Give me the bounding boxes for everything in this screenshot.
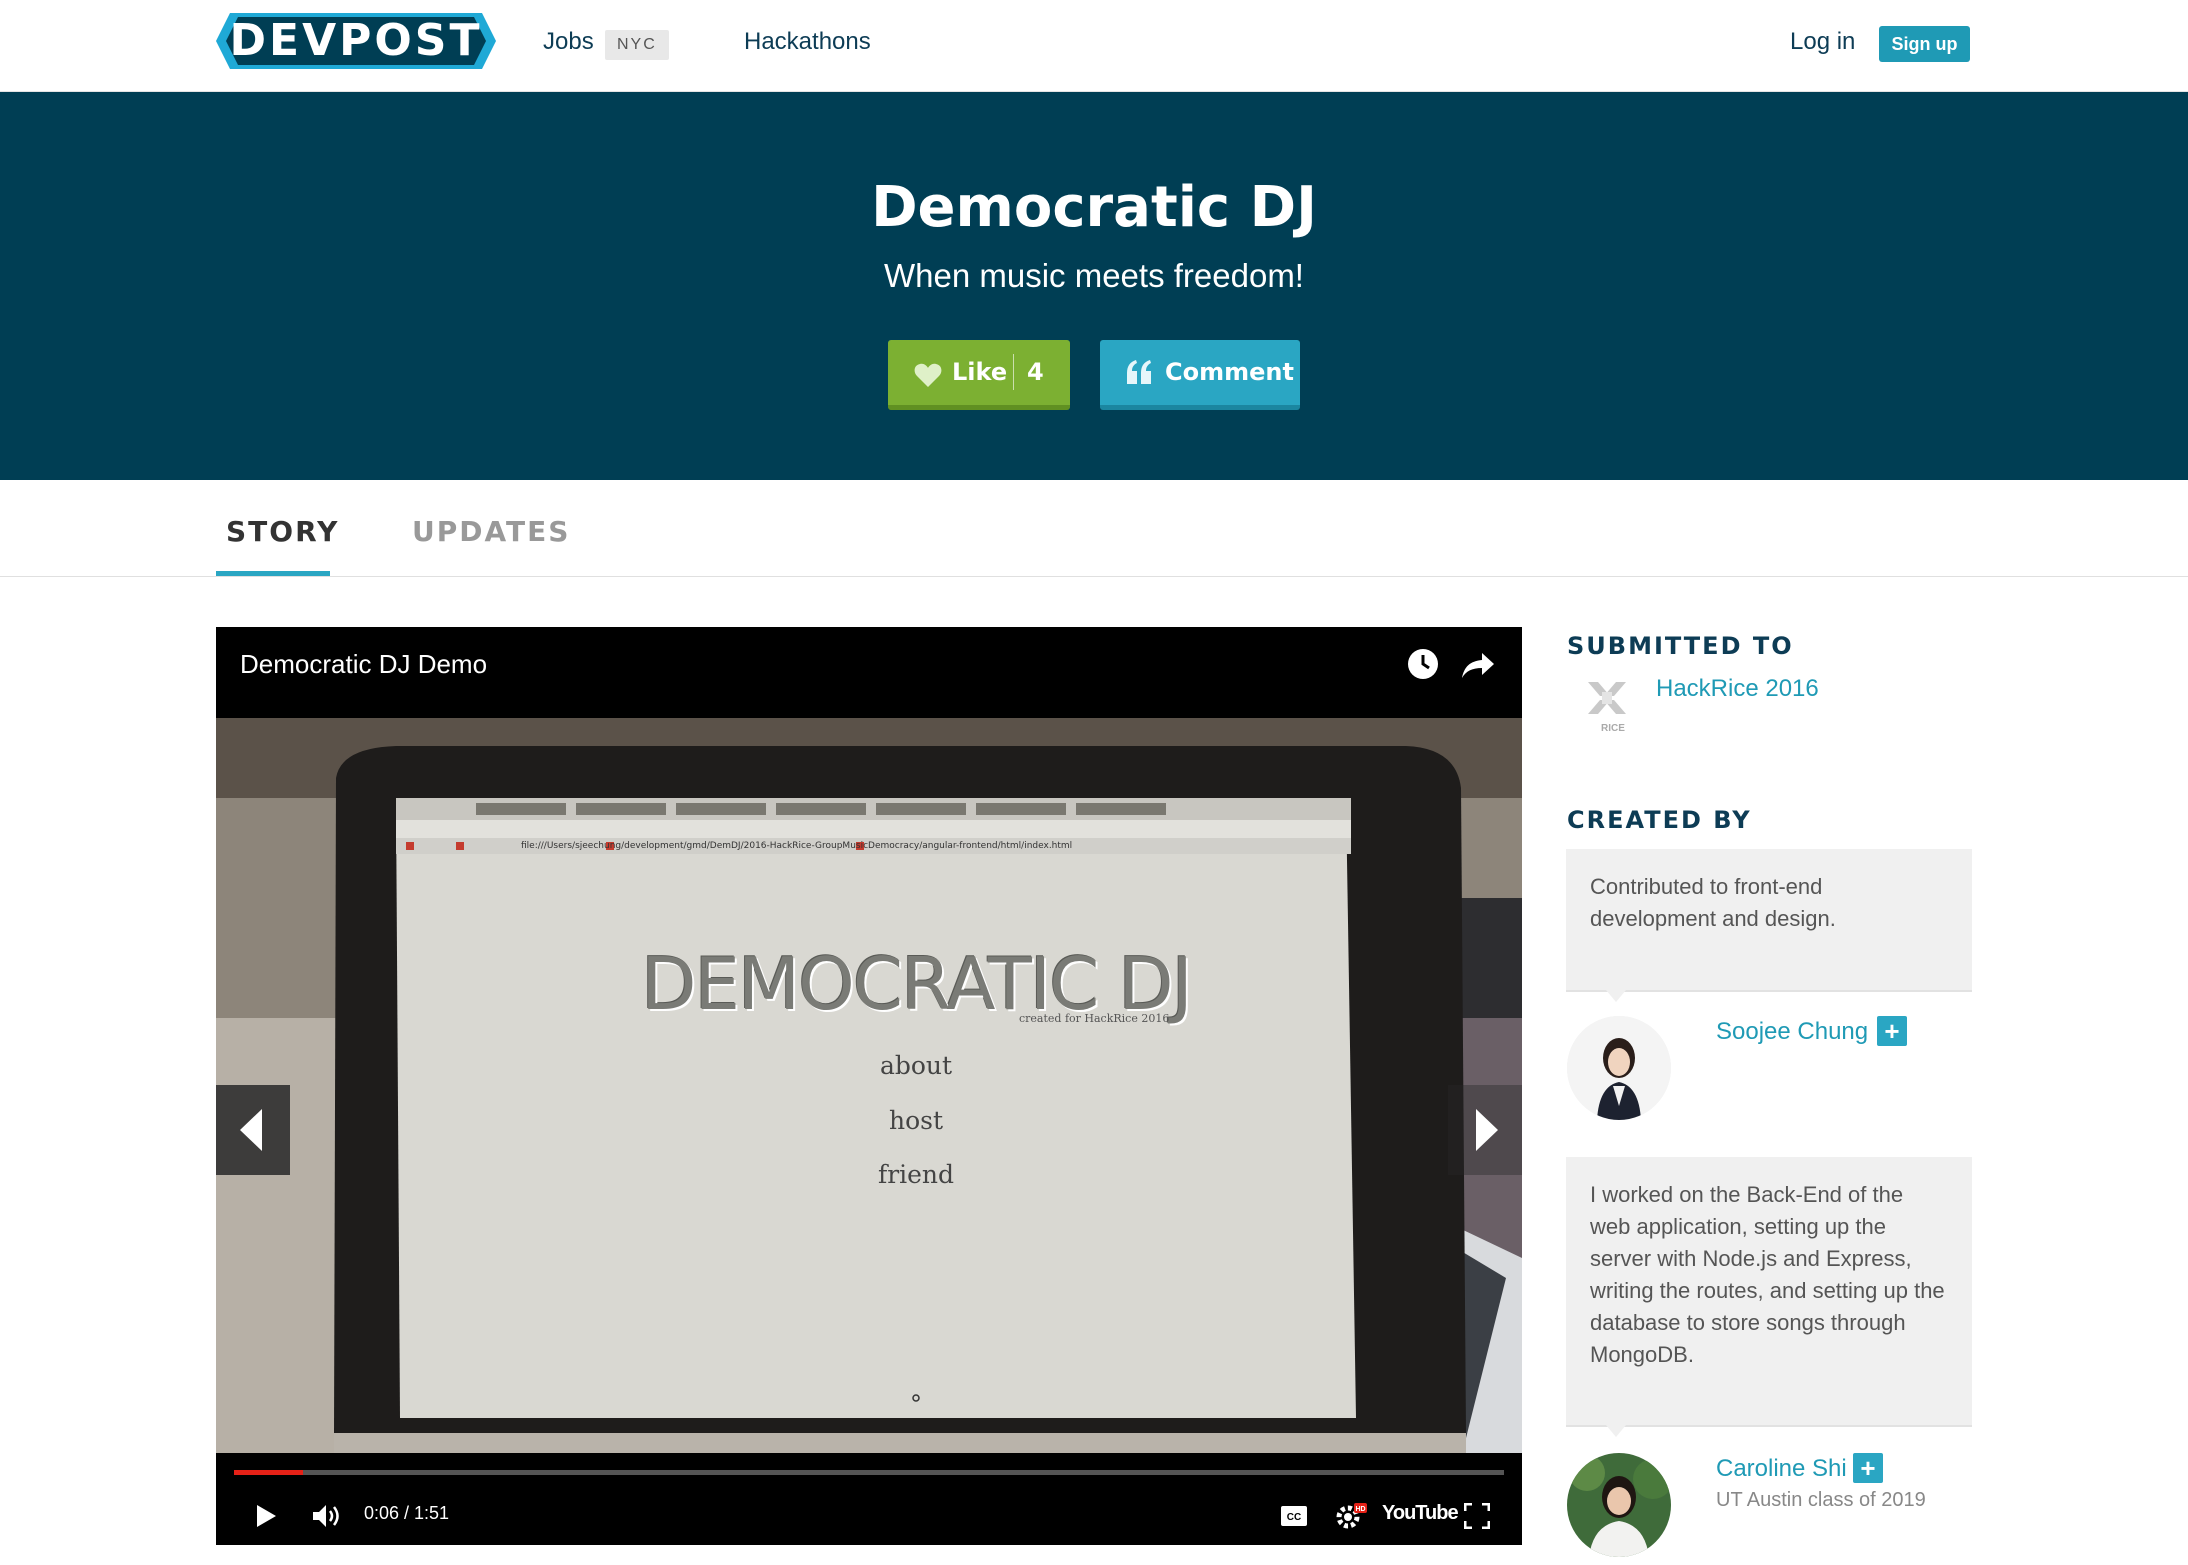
like-count: 4 (1027, 358, 1044, 386)
play-icon[interactable] (254, 1503, 278, 1529)
hackrice-logo-text: RICE (1601, 723, 1625, 734)
video-time: 0:06 / 1:51 (364, 1503, 450, 1523)
project-tagline: When music meets freedom! (884, 257, 1304, 294)
next-slide-button[interactable] (1448, 1085, 1522, 1175)
top-nav: DEVPOST Jobs NYC Hackathons Log in Sign … (0, 0, 2188, 92)
captions-icon[interactable]: CC (1280, 1505, 1308, 1527)
video-title[interactable]: Democratic DJ Demo (240, 649, 487, 680)
progress-bar[interactable] (234, 1470, 1504, 1475)
submitted-to-heading: SUBMITTED TO (1567, 632, 1794, 660)
chevron-right-icon (1476, 1109, 1498, 1151)
comment-label: Comment (1165, 358, 1294, 386)
svg-text:HD: HD (1355, 1506, 1365, 1513)
avatar-image (1567, 1016, 1671, 1120)
login-link[interactable]: Log in (1790, 28, 1855, 56)
screen-menu-host: host (888, 1106, 944, 1135)
member-name[interactable]: Soojee Chung (1716, 1018, 1868, 1046)
devpost-logo[interactable]: DEVPOST (216, 13, 496, 69)
project-tabs: STORY UPDATES (0, 480, 2188, 577)
follow-plus-button[interactable]: + (1853, 1453, 1883, 1483)
like-divider (1013, 354, 1014, 390)
created-by-heading: CREATED BY (1567, 806, 1752, 834)
tab-updates[interactable]: UPDATES (412, 515, 570, 548)
signup-button[interactable]: Sign up (1879, 26, 1970, 62)
like-button[interactable]: Like 4 (888, 340, 1070, 410)
member-name[interactable]: Caroline Shi (1716, 1455, 1847, 1483)
hackathon-link[interactable]: HackRice 2016 (1656, 675, 1819, 703)
project-title: Democratic DJ (871, 175, 1317, 240)
fullscreen-icon[interactable] (1464, 1503, 1490, 1529)
youtube-logo[interactable]: YouTube (1382, 1502, 1459, 1525)
member-contribution: Contributed to front-end development and… (1566, 849, 1972, 1002)
volume-icon[interactable] (312, 1503, 344, 1529)
quote-icon (1127, 360, 1151, 384)
heart-icon (914, 363, 942, 387)
follow-plus-button[interactable]: + (1877, 1016, 1907, 1046)
progress-fill (234, 1470, 303, 1475)
video-player[interactable]: Democratic DJ Demo file:///Users/sjeechu… (216, 627, 1522, 1545)
video-frame[interactable]: file:///Users/sjeechung/development/gmd/… (216, 718, 1522, 1453)
member-subtitle: UT Austin class of 2019 (1716, 1489, 1926, 1511)
avatar[interactable] (1567, 1016, 1671, 1120)
share-icon[interactable] (1460, 649, 1496, 681)
avatar-image (1567, 1453, 1671, 1557)
watch-later-icon[interactable] (1406, 647, 1440, 681)
avatar[interactable] (1567, 1453, 1671, 1557)
settings-gear-icon[interactable]: HD (1334, 1501, 1368, 1531)
nav-jobs-link[interactable]: Jobs (543, 28, 594, 56)
screen-menu-about: about (879, 1051, 953, 1080)
project-header: Democratic DJ When music meets freedom! … (0, 92, 2188, 480)
screen-menu-friend: friend (877, 1160, 955, 1189)
nav-hackathons-link[interactable]: Hackathons (744, 28, 871, 56)
video-still-image (216, 718, 1522, 1453)
chevron-left-icon (240, 1109, 262, 1151)
comment-button[interactable]: Comment (1100, 340, 1300, 410)
active-tab-indicator (216, 571, 330, 576)
svg-text:CC: CC (1287, 1512, 1301, 1523)
jobs-location-badge[interactable]: NYC (605, 30, 669, 60)
screen-url-text: file:///Users/sjeechung/development/gmd/… (521, 841, 1073, 851)
tab-story[interactable]: STORY (226, 515, 339, 548)
like-label: Like (952, 358, 1008, 386)
member-contribution: I worked on the Back-End of the web appl… (1566, 1157, 1972, 1437)
logo-text: DEVPOST (229, 15, 483, 66)
screen-app-subtitle: created for HackRice 2016 (1019, 1012, 1170, 1025)
video-controls: 0:06 / 1:51 CC HD YouTube (216, 1453, 1522, 1545)
previous-slide-button[interactable] (216, 1085, 290, 1175)
